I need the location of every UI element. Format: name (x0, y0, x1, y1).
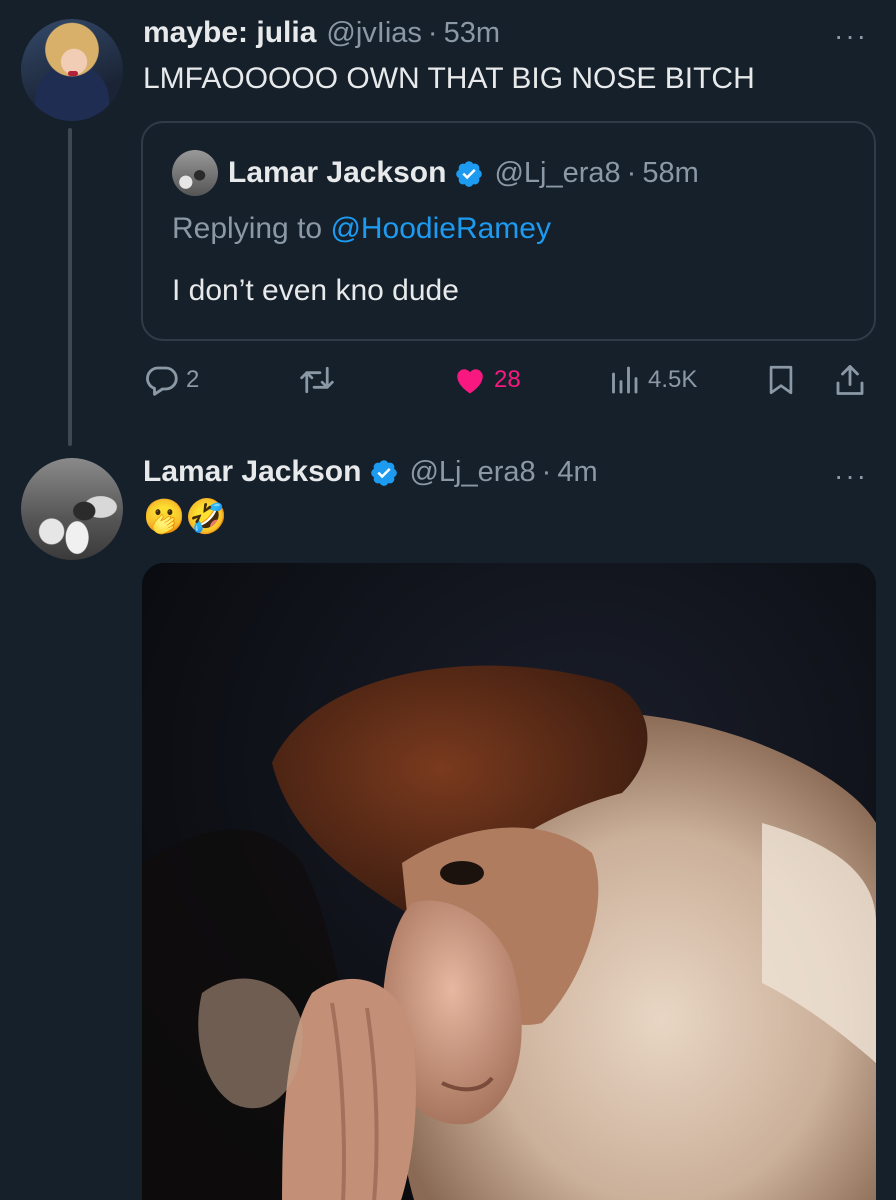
tweet-header: maybe: julia @jvIias · 53m (143, 16, 500, 50)
retweet-icon (300, 366, 334, 394)
verified-badge-icon (456, 161, 483, 187)
timestamp[interactable]: 4m (557, 456, 597, 489)
timestamp[interactable]: 53m (444, 17, 500, 50)
views-count: 4.5K (648, 366, 698, 393)
reply-icon (146, 366, 178, 396)
avatar (172, 150, 218, 196)
tweet-text: LMFAOOOOO OWN THAT BIG NOSE BITCH (143, 62, 755, 95)
tweet-actions: 2 28 4.5K (0, 358, 896, 402)
quoted-tweet-text: I don’t even kno dude (172, 274, 459, 307)
share-button[interactable] (832, 358, 868, 402)
heart-icon (457, 369, 483, 394)
media-image[interactable] (142, 563, 876, 1200)
display-name[interactable]: Lamar Jackson (143, 455, 361, 489)
separator-dot: · (427, 17, 438, 49)
separator-dot: · (626, 157, 637, 189)
share-icon (836, 365, 864, 395)
like-button[interactable]: 28 (452, 358, 521, 402)
timestamp: 58m (642, 157, 699, 189)
like-count: 28 (494, 366, 521, 393)
mention-link[interactable]: @HoodieRamey (330, 212, 551, 245)
avatar-detail (68, 71, 78, 76)
retweet-button[interactable] (298, 358, 336, 402)
avatar[interactable] (21, 458, 123, 560)
views-button[interactable]: 4.5K (606, 358, 697, 402)
replying-prefix: Replying to (172, 212, 331, 245)
bookmark-button[interactable] (764, 358, 798, 402)
verified-badge-icon (371, 460, 398, 486)
proboscis-monkey-photo-icon (142, 563, 876, 1200)
user-handle[interactable]: @jvIias (326, 17, 422, 50)
replying-to-line: Replying to @HoodieRamey (172, 212, 551, 246)
tweet-text: 🫢🤣 (143, 498, 228, 536)
separator-dot: · (541, 456, 552, 488)
reply-count: 2 (186, 366, 200, 393)
display-name: Lamar Jackson (228, 156, 447, 189)
analytics-icon (612, 366, 638, 394)
bookmark-icon (769, 365, 793, 395)
display-name[interactable]: maybe: julia (143, 16, 316, 50)
tweet-header: Lamar Jackson @Lj_era8 · 4m (143, 455, 598, 489)
avatar[interactable] (21, 19, 123, 121)
timeline: maybe: julia @jvIias · 53m ··· LMFAOOOOO… (0, 0, 896, 1200)
more-options-icon[interactable]: ··· (834, 22, 868, 50)
user-handle: @Lj_era8 (494, 157, 621, 189)
quoted-tweet-header: Lamar Jackson @Lj_era8 · 58m (228, 156, 699, 190)
reply-button[interactable]: 2 (144, 358, 199, 402)
more-options-icon[interactable]: ··· (834, 462, 868, 490)
user-handle[interactable]: @Lj_era8 (409, 456, 535, 489)
